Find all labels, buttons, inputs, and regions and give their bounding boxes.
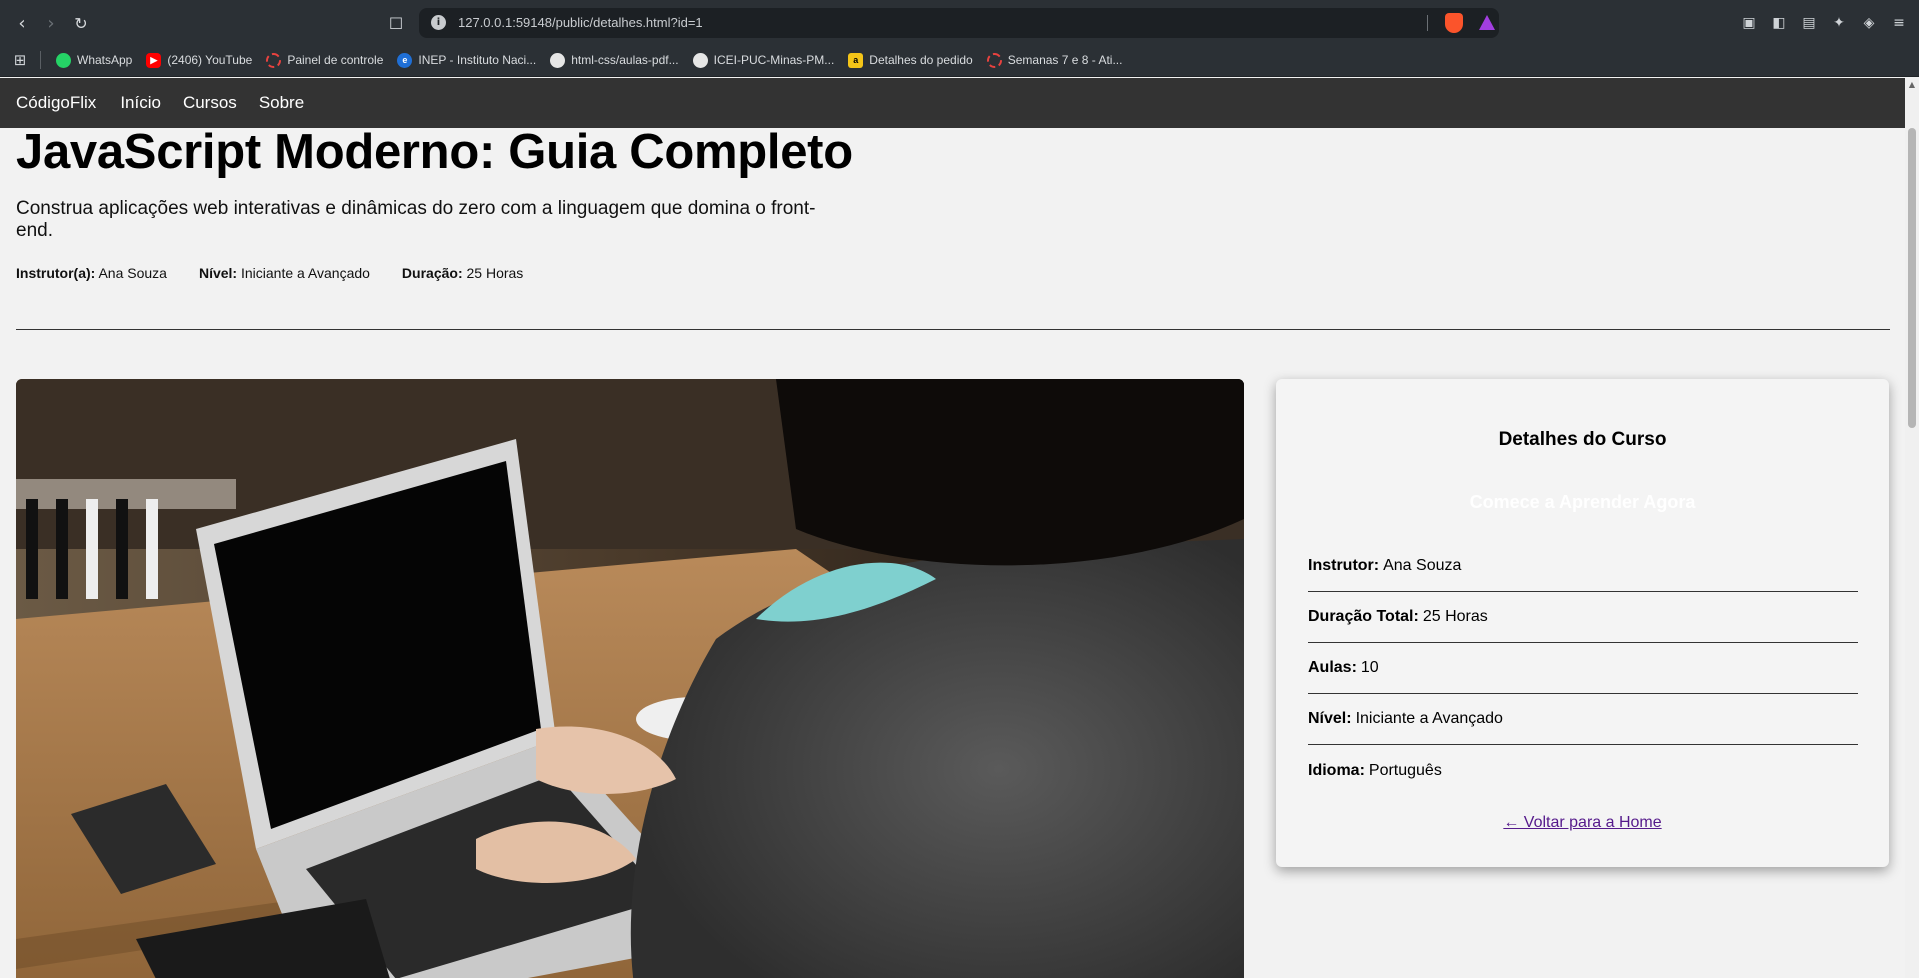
site-info-icon[interactable]: i: [431, 15, 446, 30]
card-title: Detalhes do Curso: [1498, 429, 1667, 450]
back-to-home-link[interactable]: ← Voltar para a Home: [1276, 814, 1889, 832]
nav-link-sobre[interactable]: Sobre: [259, 93, 304, 113]
forward-icon[interactable]: ›: [38, 10, 64, 36]
nav-link-inicio[interactable]: Início: [120, 93, 161, 113]
amazon-icon: a: [848, 52, 864, 68]
brave-shields-icon[interactable]: [1445, 13, 1463, 33]
browser-actions: ▣ ◧ ▤ ✦ ◈ ≡: [1737, 12, 1911, 34]
start-learning-button[interactable]: Comece a Aprender Agora: [1276, 492, 1889, 513]
detail-lessons: Aulas: 10: [1308, 643, 1858, 694]
dashboard-icon: [266, 52, 282, 68]
nav-link-cursos[interactable]: Cursos: [183, 93, 237, 113]
section-divider: [16, 329, 1890, 330]
site-header: CódigoFlix Início Cursos Sobre: [0, 78, 1905, 128]
reload-icon[interactable]: ↻: [68, 10, 94, 36]
detail-instructor: Instrutor: Ana Souza: [1308, 541, 1858, 592]
meta-instructor: Instrutor(a): Ana Souza: [16, 265, 167, 281]
bookmark-inep[interactable]: e INEP - Instituto Naci...: [390, 48, 543, 72]
moodle-icon: [986, 52, 1002, 68]
url-text[interactable]: 127.0.0.1:59148/public/detalhes.html?id=…: [458, 15, 703, 30]
browser-toolbar: ‹ › ↻ ☐ i 127.0.0.1:59148/public/detalhe…: [0, 0, 1919, 44]
url-divider: [1427, 15, 1428, 31]
bookmark-whatsapp[interactable]: WhatsApp: [49, 48, 139, 72]
site-logo[interactable]: CódigoFlix: [16, 93, 96, 113]
page-content: CódigoFlix Início Cursos Sobre JavaScrip…: [0, 78, 1905, 978]
meta-duration: Duração: 25 Horas: [401, 265, 524, 281]
vpn-icon[interactable]: ◈: [1857, 12, 1881, 34]
address-bar[interactable]: i 127.0.0.1:59148/public/detalhes.html?i…: [419, 8, 1499, 38]
bookmark-pedido[interactable]: a Detalhes do pedido: [841, 48, 979, 72]
leo-ai-icon[interactable]: ✦: [1827, 12, 1851, 34]
github-icon: [692, 52, 708, 68]
bookmark-painel[interactable]: Painel de controle: [259, 48, 390, 72]
meta-level: Nível: Iniciante a Avançado: [198, 265, 370, 281]
wallet-icon[interactable]: ▤: [1797, 12, 1821, 34]
detail-level: Nível: Iniciante a Avançado: [1308, 694, 1858, 745]
back-icon[interactable]: ‹: [9, 10, 35, 36]
bookmark-github-icei[interactable]: ICEI-PUC-Minas-PM...: [686, 48, 842, 72]
whatsapp-icon: [56, 52, 71, 68]
bookmark-youtube[interactable]: ▶ (2406) YouTube: [139, 48, 259, 72]
bookmark-page-icon[interactable]: ☐: [384, 10, 408, 36]
brave-rewards-icon[interactable]: [1479, 15, 1495, 30]
bookmarks-bar: ⊞ WhatsApp ▶ (2406) YouTube Painel de con…: [0, 44, 1919, 77]
scrollbar-thumb[interactable]: [1908, 128, 1916, 428]
details-list: Instrutor: Ana Souza Duração Total: 25 Hor…: [1308, 541, 1858, 796]
course-subtitle: Construa aplicações web interativas e di…: [16, 198, 816, 241]
course-title: JavaScript Moderno: Guia Completo: [16, 125, 853, 179]
menu-icon[interactable]: ≡: [1887, 12, 1911, 34]
page-scrollbar[interactable]: ▲: [1905, 78, 1919, 978]
detail-language: Idioma: Português: [1308, 761, 1442, 779]
course-meta: Instrutor(a): Ana Souza Nível: Iniciante…: [16, 265, 555, 281]
bookmark-github-html-css[interactable]: html-css/aulas-pdf...: [543, 48, 685, 72]
tab-search-icon[interactable]: ▣: [1737, 12, 1761, 34]
course-details-card: Detalhes do Curso Comece a Aprender Agor…: [1276, 379, 1889, 867]
bookmark-semanas[interactable]: Semanas 7 e 8 - Ati...: [980, 48, 1130, 72]
apps-grid-icon[interactable]: ⊞: [10, 50, 30, 70]
course-image: [16, 379, 1244, 978]
youtube-icon: ▶: [146, 52, 162, 68]
scroll-up-icon[interactable]: ▲: [1907, 80, 1917, 90]
sidebar-icon[interactable]: ◧: [1767, 12, 1791, 34]
bookmarks-divider: [40, 51, 41, 69]
inep-icon: e: [397, 52, 413, 68]
github-icon: [550, 52, 566, 68]
detail-duration: Duração Total: 25 Horas: [1308, 592, 1858, 643]
